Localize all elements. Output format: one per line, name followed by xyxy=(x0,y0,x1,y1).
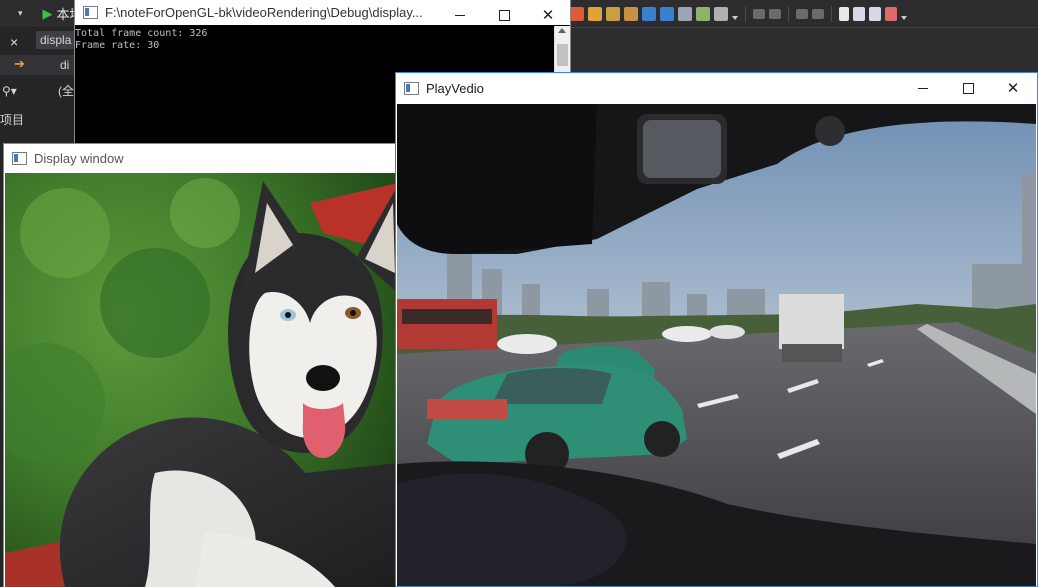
console-line-frame-rate: Frame rate: 30 xyxy=(75,40,160,51)
minimize-button[interactable] xyxy=(901,73,945,103)
solution-row-label: di xyxy=(60,58,70,72)
play-titlebar[interactable]: PlayVedio ✕ xyxy=(396,73,1037,103)
ide-side-panel: × displa ➔ di ⚲▾ (全 项目 xyxy=(0,27,78,147)
close-button[interactable]: ✕ xyxy=(991,73,1035,103)
search-dropdown[interactable]: ⚲▾ xyxy=(2,84,17,98)
traffic-video-frame xyxy=(397,104,1036,586)
play-window-title: PlayVedio xyxy=(426,80,484,96)
comment-icon[interactable] xyxy=(796,8,808,19)
display-app-icon xyxy=(12,151,27,165)
find-icon[interactable] xyxy=(606,6,620,21)
husky-photo xyxy=(5,173,398,587)
minimize-icon xyxy=(455,14,465,16)
chevron-down-icon[interactable] xyxy=(732,15,738,20)
minimize-icon xyxy=(918,87,928,89)
console-app-icon xyxy=(83,6,98,19)
scroll-up-icon[interactable] xyxy=(558,28,566,33)
close-icon[interactable]: × xyxy=(10,34,18,50)
display-window[interactable]: Display window xyxy=(4,144,399,587)
console-line-frame-count: Total frame count: 326 xyxy=(75,28,208,39)
console-titlebar[interactable]: F:\noteForOpenGL-bk\videoRendering\Debug… xyxy=(75,0,570,25)
video-frame xyxy=(397,104,1036,586)
toolbar-separator xyxy=(788,5,789,22)
display-titlebar[interactable]: Display window xyxy=(4,144,399,172)
maximize-button[interactable] xyxy=(946,73,990,103)
bug-icon[interactable] xyxy=(570,6,584,21)
undo-icon[interactable] xyxy=(678,6,692,21)
align-grid-icon[interactable] xyxy=(769,8,781,19)
project-label: 项目 xyxy=(0,113,25,127)
arrow-right-icon: ➔ xyxy=(14,56,25,71)
navigate-forward-icon[interactable] xyxy=(660,6,674,21)
solution-row[interactable]: ➔ di xyxy=(0,55,74,75)
folder-icon[interactable] xyxy=(588,6,602,21)
align-left-icon[interactable] xyxy=(753,8,765,19)
clear-bookmarks-icon[interactable] xyxy=(885,6,897,21)
husky-image xyxy=(5,173,398,587)
play-window[interactable]: PlayVedio ✕ xyxy=(396,73,1037,586)
navigate-back-icon[interactable] xyxy=(642,6,656,21)
scrollbar-thumb[interactable] xyxy=(557,44,568,66)
maximize-icon xyxy=(498,9,510,21)
prev-bookmark-icon[interactable] xyxy=(853,6,865,21)
find-next-icon[interactable] xyxy=(624,6,638,21)
spellcheck-icon[interactable] xyxy=(696,6,710,21)
maximize-icon xyxy=(962,82,974,94)
run-icon[interactable]: ▶ xyxy=(43,6,53,22)
toolbar-separator xyxy=(745,5,746,22)
uncomment-icon[interactable] xyxy=(812,8,824,19)
step-icon[interactable] xyxy=(714,6,728,21)
close-icon: ✕ xyxy=(541,7,555,24)
dropdown-arrow-icon[interactable]: ▾ xyxy=(18,8,23,19)
display-window-title: Display window xyxy=(34,150,124,166)
ide-toolbar-left: ▾ ▶ 本地 xyxy=(0,0,83,27)
toolbar-separator xyxy=(831,5,832,22)
bookmark-icon[interactable] xyxy=(839,6,849,21)
next-bookmark-icon[interactable] xyxy=(869,6,881,21)
editor-tab[interactable]: displa xyxy=(36,31,78,49)
chevron-down-icon[interactable] xyxy=(901,15,907,20)
console-title: F:\noteForOpenGL-bk\videoRendering\Debug… xyxy=(105,5,423,20)
scope-label: (全 xyxy=(58,84,74,98)
close-icon: ✕ xyxy=(1006,80,1020,97)
play-app-icon xyxy=(404,81,419,95)
ide-toolbar-right xyxy=(570,0,907,27)
